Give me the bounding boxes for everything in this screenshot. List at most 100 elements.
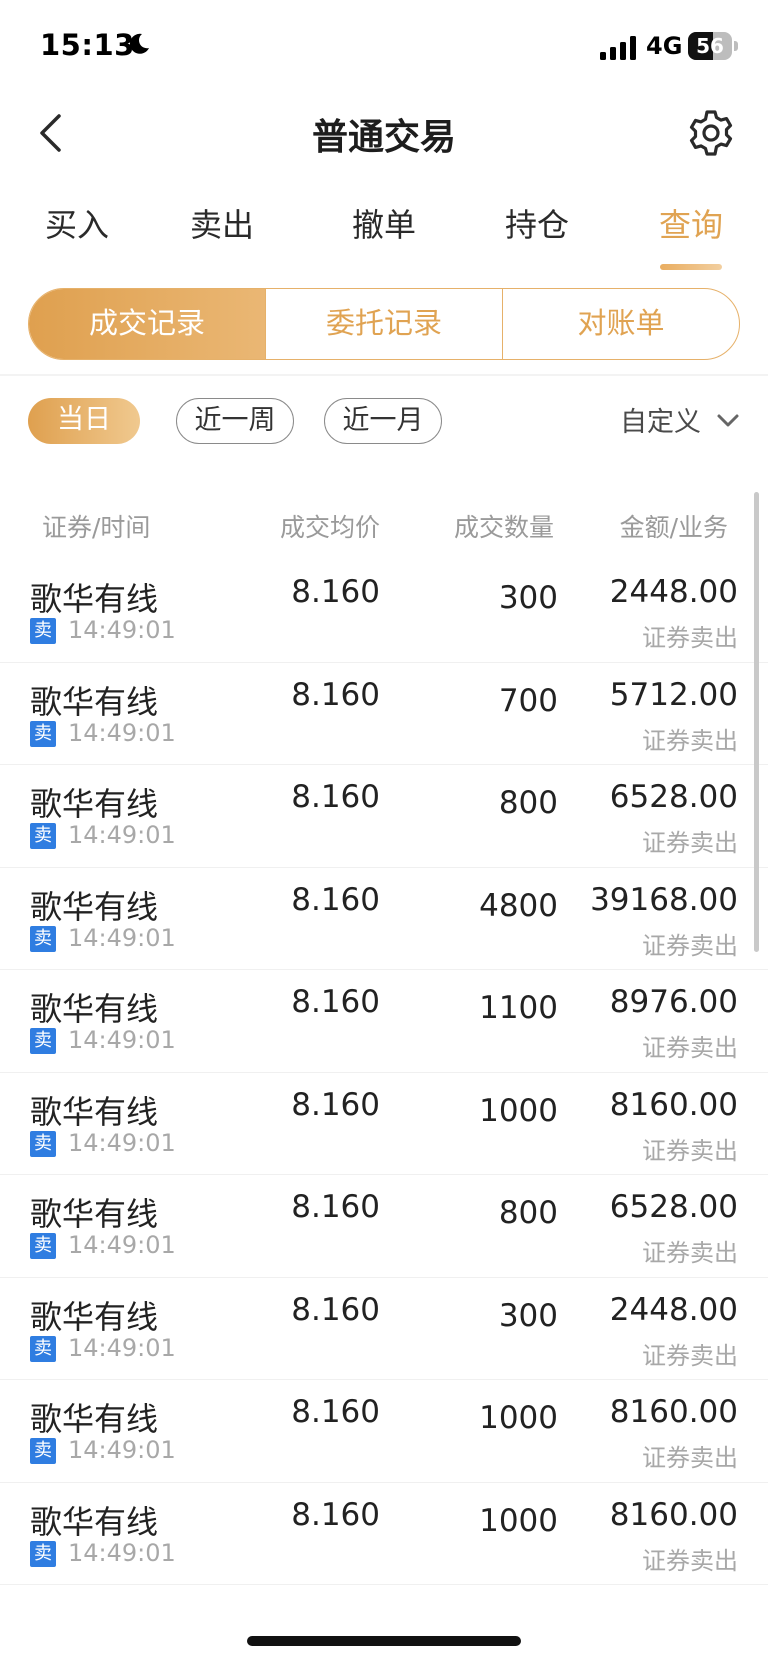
settings-button[interactable] — [686, 108, 736, 158]
trade-records-list: 歌华有线 卖 14:49:01 8.160 300 2448.00 证券卖出 歌… — [0, 560, 768, 1585]
column-header-amount-business: 金额/业务 — [619, 513, 728, 542]
business-type: 证券卖出 — [642, 1341, 738, 1370]
table-row[interactable]: 歌华有线 卖 14:49:01 8.160 700 5712.00 证券卖出 — [0, 663, 768, 765]
filter-today[interactable]: 当日 — [28, 398, 140, 444]
security-name: 歌华有线 — [30, 1502, 159, 1541]
nav-bar: 普通交易 — [0, 96, 768, 176]
trade-amount: 8160.00 — [609, 1086, 738, 1123]
filter-month[interactable]: 近一月 — [324, 398, 442, 444]
section-divider — [0, 374, 768, 376]
battery-icon: 56 — [688, 32, 738, 60]
trade-time: 14:49:01 — [68, 821, 176, 849]
tab-cancel-order[interactable]: 撤单 — [307, 196, 461, 274]
trade-amount: 39168.00 — [590, 881, 738, 918]
table-row[interactable]: 歌华有线 卖 14:49:01 8.160 4800 39168.00 证券卖出 — [0, 868, 768, 970]
security-name: 歌华有线 — [30, 1195, 159, 1233]
network-label: 4G — [646, 32, 683, 60]
sell-badge: 卖 — [30, 1438, 56, 1464]
tab-buy[interactable]: 买入 — [0, 196, 154, 274]
trade-time: 14:49:01 — [68, 1436, 176, 1464]
tab-sell[interactable]: 卖出 — [145, 196, 299, 274]
segment-trade-records[interactable]: 成交记录 — [29, 289, 265, 359]
gear-icon — [689, 110, 733, 156]
segment-statement[interactable]: 对账单 — [502, 289, 739, 359]
security-name: 歌华有线 — [30, 785, 159, 823]
trade-quantity: 800 — [498, 1195, 558, 1231]
scrollbar[interactable] — [754, 492, 759, 952]
battery-body: 56 — [688, 32, 732, 60]
sell-badge: 卖 — [30, 1130, 56, 1157]
trade-amount: 8160.00 — [609, 1394, 738, 1430]
tab-label: 买入 — [44, 206, 109, 244]
business-type: 证券卖出 — [642, 1239, 738, 1267]
column-header-security-time: 证券/时间 — [42, 513, 151, 542]
tab-positions[interactable]: 持仓 — [460, 196, 614, 274]
table-row[interactable]: 歌华有线 卖 14:49:01 8.160 300 2448.00 证券卖出 — [0, 560, 768, 663]
security-name: 歌华有线 — [30, 1297, 159, 1336]
sell-badge: 卖 — [30, 1335, 56, 1362]
main-tabs: 买入 卖出 撤单 持仓 查询 — [0, 196, 768, 274]
avg-price: 8.160 — [291, 1189, 380, 1225]
trade-quantity: 1000 — [479, 1502, 558, 1539]
table-row[interactable]: 歌华有线 卖 14:49:01 8.160 800 6528.00 证券卖出 — [0, 765, 768, 868]
security-name: 歌华有线 — [30, 1400, 159, 1438]
signal-icon — [600, 36, 636, 60]
security-name: 歌华有线 — [30, 887, 159, 926]
table-row[interactable]: 歌华有线 卖 14:49:01 8.160 1100 8976.00 证券卖出 — [0, 970, 768, 1073]
tab-label: 卖出 — [189, 206, 254, 244]
security-name: 歌华有线 — [30, 1092, 159, 1131]
avg-price: 8.160 — [291, 881, 380, 918]
business-type: 证券卖出 — [642, 1444, 738, 1472]
trade-quantity: 300 — [498, 580, 558, 616]
segment-order-records[interactable]: 委托记录 — [265, 289, 502, 359]
table-row[interactable]: 歌华有线 卖 14:49:01 8.160 1000 8160.00 证券卖出 — [0, 1073, 768, 1175]
chevron-down-icon[interactable] — [716, 412, 740, 430]
business-type: 证券卖出 — [642, 1136, 738, 1165]
status-time: 15:13 — [40, 28, 135, 62]
avg-price: 8.160 — [291, 676, 380, 713]
security-name: 歌华有线 — [30, 682, 159, 721]
table-row[interactable]: 歌华有线 卖 14:49:01 8.160 1000 8160.00 证券卖出 — [0, 1483, 768, 1585]
business-type: 证券卖出 — [642, 931, 738, 960]
column-header-avg-price: 成交均价 — [279, 513, 380, 542]
trade-amount: 8976.00 — [609, 984, 738, 1020]
page-title: 普通交易 — [311, 117, 456, 158]
business-type: 证券卖出 — [642, 829, 738, 857]
trade-time: 14:49:01 — [68, 1538, 176, 1567]
tab-query[interactable]: 查询 — [614, 196, 768, 274]
moon-icon — [129, 33, 149, 54]
table-row[interactable]: 歌华有线 卖 14:49:01 8.160 300 2448.00 证券卖出 — [0, 1278, 768, 1380]
avg-price: 8.160 — [291, 984, 380, 1020]
sell-badge: 卖 — [30, 1028, 56, 1054]
trade-amount: 2448.00 — [609, 1291, 738, 1328]
sell-badge: 卖 — [30, 720, 56, 747]
trade-quantity: 1000 — [479, 1092, 558, 1129]
trade-time: 14:49:01 — [68, 1026, 176, 1054]
avg-price: 8.160 — [291, 1496, 380, 1533]
business-type: 证券卖出 — [642, 726, 738, 755]
table-row[interactable]: 歌华有线 卖 14:49:01 8.160 1000 8160.00 证券卖出 — [0, 1380, 768, 1483]
table-row[interactable]: 歌华有线 卖 14:49:01 8.160 800 6528.00 证券卖出 — [0, 1175, 768, 1278]
trade-time: 14:49:01 — [68, 1333, 176, 1362]
sell-badge: 卖 — [30, 618, 56, 644]
trade-quantity: 700 — [498, 682, 558, 719]
filter-custom[interactable]: 自定义 — [620, 400, 701, 446]
avg-price: 8.160 — [291, 574, 380, 610]
sell-badge: 卖 — [30, 823, 56, 849]
column-header-quantity: 成交数量 — [453, 513, 554, 542]
sell-badge: 卖 — [30, 925, 56, 952]
trade-quantity: 1100 — [479, 990, 558, 1026]
filter-week[interactable]: 近一周 — [176, 398, 294, 444]
trade-amount: 2448.00 — [609, 574, 738, 610]
home-indicator[interactable] — [247, 1636, 521, 1646]
trade-time: 14:49:01 — [68, 1231, 176, 1259]
avg-price: 8.160 — [291, 1291, 380, 1328]
trade-amount: 6528.00 — [609, 779, 738, 815]
business-type: 证券卖出 — [642, 1034, 738, 1062]
trade-quantity: 4800 — [479, 887, 558, 924]
trade-amount: 8160.00 — [609, 1496, 738, 1533]
trade-time: 14:49:01 — [68, 718, 176, 747]
trade-amount: 6528.00 — [609, 1189, 738, 1225]
avg-price: 8.160 — [291, 779, 380, 815]
table-header: 证券/时间 成交均价 成交数量 金额/业务 — [0, 500, 768, 550]
